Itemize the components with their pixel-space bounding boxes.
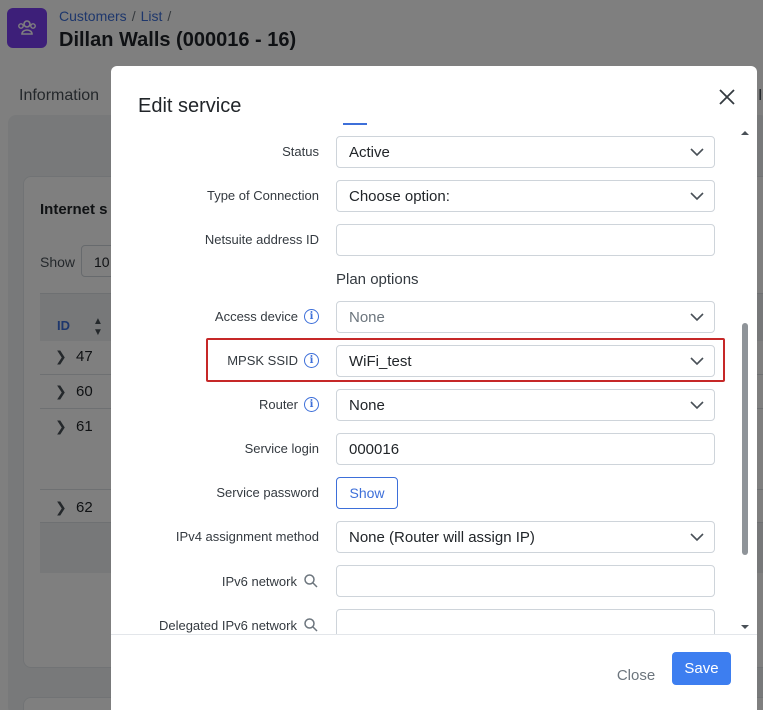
service-login-row: Service login 000016 [111,433,731,465]
ipv4-assignment-select[interactable]: None (Router will assign IP) [336,521,715,553]
router-select[interactable]: None [336,389,715,421]
modal-body: Status Active Type of Connection Choose … [111,122,757,634]
mpsk-ssid-row: MPSK SSID i WiFi_test [111,345,731,377]
access-device-row: Access device i None [111,301,731,333]
service-password-row: Service password Show [111,477,731,509]
type-of-connection-row: Type of Connection Choose option: [111,180,731,212]
netsuite-address-input[interactable] [336,224,715,256]
mpsk-ssid-label: MPSK SSID i [227,353,319,368]
chevron-down-icon [690,357,704,366]
router-label: Router i [259,397,319,412]
modal-footer: Close Save [111,634,757,710]
search-icon[interactable] [303,573,319,589]
save-button[interactable]: Save [672,652,731,685]
status-row: Status Active [111,136,731,168]
info-icon[interactable]: i [304,309,319,324]
status-select[interactable]: Active [336,136,715,168]
chevron-down-icon [690,148,704,157]
delegated-ipv6-input[interactable] [336,609,715,634]
ipv4-assignment-label: IPv4 assignment method [175,529,319,544]
service-login-input[interactable]: 000016 [336,433,715,465]
type-of-connection-label: Type of Connection [206,188,319,203]
close-icon[interactable] [717,87,737,107]
scroll-thumb[interactable] [742,323,748,555]
service-login-label: Service login [244,441,319,456]
status-value: Active [349,144,390,161]
type-of-connection-select[interactable]: Choose option: [336,180,715,212]
router-value: None [349,397,385,414]
ipv6-network-input[interactable] [336,565,715,597]
mpsk-ssid-select[interactable]: WiFi_test [336,345,715,377]
chevron-down-icon [690,533,704,542]
scroll-down-icon[interactable] [740,622,750,632]
show-password-button[interactable]: Show [336,477,398,509]
info-icon[interactable]: i [304,397,319,412]
modal-scrollbar[interactable] [740,128,750,634]
chevron-down-icon [690,192,704,201]
access-device-select[interactable]: None [336,301,715,333]
scrolled-content-edge [343,122,367,125]
scroll-up-icon[interactable] [740,128,750,138]
ipv6-network-label: IPv6 network [222,573,319,589]
delegated-ipv6-row: Delegated IPv6 network [111,609,731,634]
service-password-label: Service password [216,485,319,500]
type-of-connection-value: Choose option: [349,188,450,205]
chevron-down-icon [690,401,704,410]
ipv4-assignment-value: None (Router will assign IP) [349,529,535,546]
mpsk-ssid-value: WiFi_test [349,353,412,370]
info-icon[interactable]: i [304,353,319,368]
netsuite-address-label: Netsuite address ID [204,232,319,247]
search-icon[interactable] [303,617,319,633]
close-button[interactable]: Close [607,660,665,692]
chevron-down-icon [690,313,704,322]
modal-title: Edit service [138,95,242,117]
ipv6-network-row: IPv6 network [111,565,731,597]
access-device-value: None [349,309,385,326]
router-row: Router i None [111,389,731,421]
plan-options-heading: Plan options [336,271,419,288]
ipv4-assignment-row: IPv4 assignment method None (Router will… [111,521,731,553]
delegated-ipv6-label: Delegated IPv6 network [159,617,319,633]
access-device-label: Access device i [215,309,319,324]
netsuite-address-row: Netsuite address ID [111,224,731,256]
edit-service-modal: Edit service Status Active Type of Conne… [111,66,757,710]
status-label: Status [282,144,319,159]
